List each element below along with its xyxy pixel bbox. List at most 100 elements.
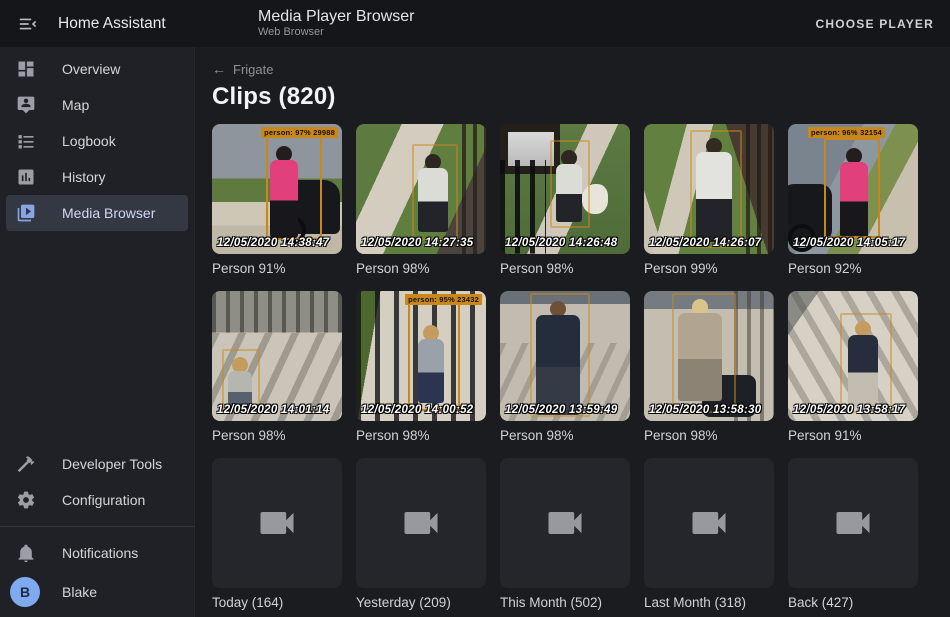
clip-thumbnail: 12/05/2020 13:58:17 [788,291,918,421]
detection-bounding-box [840,313,892,413]
clip-cell[interactable]: 12/05/2020 14:26:07 Person 99% [644,124,774,277]
clip-thumbnail: 12/05/2020 13:58:30 [644,291,774,421]
clips-grid: person: 97% 29988 12/05/2020 14:38:47 Pe… [212,124,950,611]
clip-cell[interactable]: 12/05/2020 14:01:14 Person 98% [212,291,342,444]
clip-thumbnail: person: 95% 23432 12/05/2020 14:00:52 [356,291,486,421]
breadcrumb-back[interactable]: ← Frigate [212,61,273,77]
detection-bounding-box [412,144,458,240]
clip-thumbnail: 12/05/2020 13:59:49 [500,291,630,421]
chart-box-icon [14,165,38,189]
sidebar-item-overview[interactable]: Overview [6,51,188,87]
clip-timestamp: 12/05/2020 14:01:14 [217,404,330,416]
sidebar-header: Home Assistant [0,12,195,36]
sidebar: Overview Map Logbook History Media Brows… [0,47,195,617]
sidebar-item-map[interactable]: Map [6,87,188,123]
clip-timestamp: 12/05/2020 14:38:47 [217,237,330,249]
sidebar-item-developer-tools[interactable]: Developer Tools [6,446,188,482]
gear-icon [14,488,38,512]
media-player-title: Media Player Browser [258,8,415,26]
clip-caption: Person 99% [644,261,774,277]
folder-label: This Month (502) [500,595,630,611]
clip-caption: Person 98% [356,428,486,444]
detection-bounding-box [690,130,742,248]
folder-cell-today-164-[interactable]: Today (164) [212,458,342,611]
folder-cell-this-month-502-[interactable]: This Month (502) [500,458,630,611]
sidebar-spacer [0,231,194,446]
app-name: Home Assistant [58,15,166,33]
clip-cell[interactable]: 12/05/2020 13:58:30 Person 98% [644,291,774,444]
sidebar-item-configuration[interactable]: Configuration [6,482,188,518]
detection-label: person: 96% 32154 [808,127,885,138]
clip-thumbnail: person: 97% 29988 12/05/2020 14:38:47 [212,124,342,254]
clip-caption: Person 98% [500,261,630,277]
sidebar-item-label: Media Browser [62,205,155,221]
video-camera-icon [687,501,731,545]
folder-tile [500,458,630,588]
clip-cell[interactable]: 12/05/2020 14:27:35 Person 98% [356,124,486,277]
detection-bounding-box [550,140,590,228]
folder-label: Last Month (318) [644,595,774,611]
clip-cell[interactable]: person: 96% 32154 12/05/2020 14:05:17 Pe… [788,124,918,277]
sidebar-item-label: Logbook [62,133,116,149]
sidebar-nav: Overview Map Logbook History Media Brows… [0,51,194,231]
sidebar-secondary-nav: Developer Tools Configuration [0,446,194,518]
folder-cell-last-month-318-[interactable]: Last Month (318) [644,458,774,611]
clip-timestamp: 12/05/2020 13:58:17 [793,404,906,416]
clip-timestamp: 12/05/2020 13:59:49 [505,404,618,416]
view-dashboard-icon [14,57,38,81]
sidebar-item-history[interactable]: History [6,159,188,195]
folder-tile [788,458,918,588]
sidebar-toggle-icon[interactable] [16,12,40,36]
logbook-list-icon [14,129,38,153]
sidebar-item-label: History [62,169,106,185]
breadcrumb-label: Frigate [233,62,273,77]
clip-cell[interactable]: 12/05/2020 13:59:49 Person 98% [500,291,630,444]
detection-bounding-box [530,293,590,417]
clip-cell[interactable]: 12/05/2020 13:58:17 Person 91% [788,291,918,444]
clip-caption: Person 98% [500,428,630,444]
folder-tile [644,458,774,588]
bell-icon [14,541,38,565]
detection-label: person: 97% 29988 [261,127,338,138]
video-camera-icon [831,501,875,545]
sidebar-item-media-browser[interactable]: Media Browser [6,195,188,231]
app-header: Home Assistant Media Player Browser Web … [0,0,950,47]
clip-thumbnail: 12/05/2020 14:27:35 [356,124,486,254]
map-account-icon [14,93,38,117]
detection-label: person: 95% 23432 [405,294,482,305]
page-title: Clips (820) [212,83,950,111]
clip-cell[interactable]: 12/05/2020 14:26:48 Person 98% [500,124,630,277]
video-camera-icon [399,501,443,545]
sidebar-item-notifications[interactable]: Notifications [6,535,188,571]
clip-caption: Person 91% [212,261,342,277]
folder-tile [212,458,342,588]
folder-tile [356,458,486,588]
clip-timestamp: 12/05/2020 14:05:17 [793,237,906,249]
sidebar-divider [0,526,194,527]
back-arrow-icon: ← [212,61,226,77]
detection-bounding-box [408,299,460,411]
clip-thumbnail: 12/05/2020 14:26:07 [644,124,774,254]
clip-cell[interactable]: person: 95% 23432 12/05/2020 14:00:52 Pe… [356,291,486,444]
sidebar-item-label: Developer Tools [62,456,162,472]
clip-caption: Person 91% [788,428,918,444]
clip-cell[interactable]: person: 97% 29988 12/05/2020 14:38:47 Pe… [212,124,342,277]
media-browser-content: ← Frigate Clips (820) person: 97% 29988 … [195,47,950,617]
clip-thumbnail: 12/05/2020 14:01:14 [212,291,342,421]
video-camera-icon [255,501,299,545]
user-name: Blake [62,584,97,600]
clip-thumbnail: person: 96% 32154 12/05/2020 14:05:17 [788,124,918,254]
detection-bounding-box [266,134,322,240]
folder-label: Yesterday (209) [356,595,486,611]
clip-caption: Person 98% [644,428,774,444]
sidebar-item-label: Overview [62,61,120,77]
clip-timestamp: 12/05/2020 14:27:35 [361,237,474,249]
choose-player-button[interactable]: CHOOSE PLAYER [815,17,934,31]
sidebar-item-logbook[interactable]: Logbook [6,123,188,159]
clip-caption: Person 92% [788,261,918,277]
sidebar-item-label: Map [62,97,89,113]
folder-cell-back-427-[interactable]: Back (427) [788,458,918,611]
sidebar-item-profile[interactable]: B Blake [6,571,188,613]
clip-caption: Person 98% [212,428,342,444]
folder-cell-yesterday-209-[interactable]: Yesterday (209) [356,458,486,611]
